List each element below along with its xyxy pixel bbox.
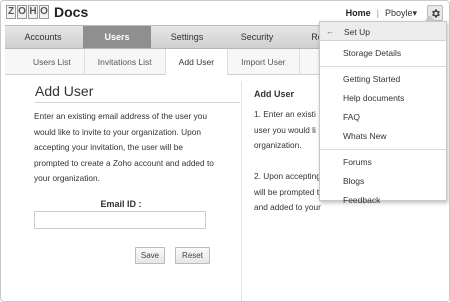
user-menu[interactable]: Pboyle▾: [385, 8, 417, 19]
tab-settings[interactable]: Settings: [153, 26, 221, 48]
menu-item-whats-new[interactable]: Whats New: [320, 127, 446, 146]
help-title: Add User: [254, 89, 295, 99]
menu-item-help-documents[interactable]: Help documents: [320, 89, 446, 108]
menu-group-community: Forums Blogs Feedback: [320, 150, 446, 213]
logo-letter: H: [28, 5, 38, 19]
home-link[interactable]: Home: [346, 8, 371, 18]
add-user-form: Add User: [35, 83, 240, 103]
menu-item-storage-details[interactable]: Storage Details: [320, 44, 446, 63]
separator: |: [376, 8, 379, 18]
subtab-import-user[interactable]: Import User: [228, 48, 300, 75]
logo-letter: Z: [6, 5, 16, 19]
menu-group-help: Getting Started Help documents FAQ Whats…: [320, 67, 446, 150]
email-label: Email ID :: [100, 199, 142, 209]
zoho-logo-mark: Z O H O: [6, 5, 50, 19]
save-button[interactable]: Save: [135, 247, 165, 264]
menu-item-feedback[interactable]: Feedback: [320, 191, 446, 210]
menu-group-storage: Storage Details: [320, 41, 446, 67]
menu-item-forums[interactable]: Forums: [320, 153, 446, 172]
back-arrow-icon: ←: [326, 27, 334, 36]
tab-users[interactable]: Users: [83, 26, 151, 48]
menu-item-faq[interactable]: FAQ: [320, 108, 446, 127]
app-name: Docs: [54, 4, 89, 20]
app-window: Z O H O Docs Home | Pboyle▾ Accounts Use…: [0, 0, 450, 302]
email-field[interactable]: [34, 211, 206, 229]
zoho-docs-logo[interactable]: Z O H O Docs: [6, 4, 88, 20]
form-description: Enter an existing email address of the u…: [34, 111, 214, 183]
page-title: Add User: [35, 83, 240, 103]
tab-security[interactable]: Security: [223, 26, 291, 48]
setup-label: Set Up: [344, 27, 370, 37]
menu-item-getting-started[interactable]: Getting Started: [320, 70, 446, 89]
logo-letter: O: [17, 5, 27, 19]
setup-menu-item[interactable]: ← Set Up: [320, 22, 446, 41]
menu-item-blogs[interactable]: Blogs: [320, 172, 446, 191]
dropdown-caret: [424, 15, 436, 22]
subtab-invitations-list[interactable]: Invitations List: [85, 48, 166, 75]
subtab-users-list[interactable]: Users List: [5, 48, 85, 75]
reset-button[interactable]: Reset: [175, 247, 210, 264]
settings-dropdown: ← Set Up Storage Details Getting Started…: [319, 15, 447, 205]
logo-letter: O: [39, 5, 49, 19]
subtab-add-user[interactable]: Add User: [165, 48, 229, 75]
tab-accounts[interactable]: Accounts: [5, 26, 81, 48]
